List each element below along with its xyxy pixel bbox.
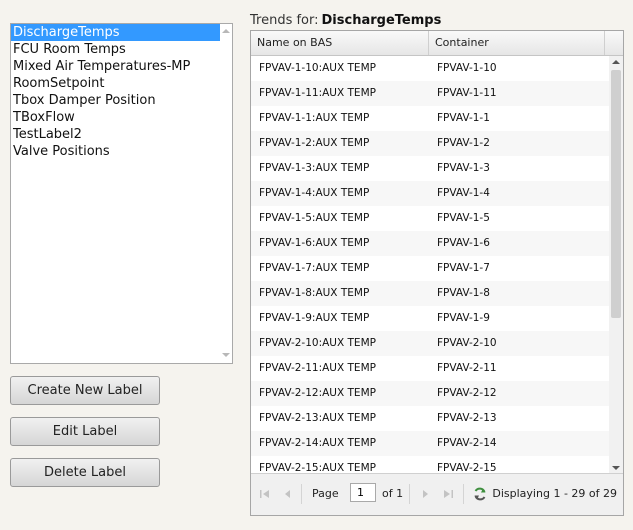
cell-name-on-bas: FPVAV-1-4:AUX TEMP [259, 187, 370, 199]
delete-label-button[interactable]: Delete Label [10, 458, 160, 487]
trends-title: Trends for: DischargeTemps [250, 13, 441, 28]
edit-label-button[interactable]: Edit Label [10, 417, 160, 446]
trends-title-label: DischargeTemps [321, 13, 442, 28]
cell-name-on-bas: FPVAV-1-9:AUX TEMP [259, 312, 370, 324]
label-list-item[interactable]: RoomSetpoint [11, 75, 220, 92]
cell-container: FPVAV-1-2 [437, 137, 490, 149]
table-row[interactable]: FPVAV-1-1:AUX TEMP FPVAV-1-1 [251, 106, 609, 131]
label-list-item[interactable]: Tbox Damper Position [11, 92, 220, 109]
page-number-input[interactable] [350, 483, 376, 502]
label-list[interactable]: DischargeTemps FCU Room Temps Mixed Air Te… [10, 23, 233, 364]
refresh-icon[interactable] [472, 486, 488, 502]
table-row[interactable]: FPVAV-1-2:AUX TEMP FPVAV-1-2 [251, 131, 609, 156]
cell-container: FPVAV-1-9 [437, 312, 490, 324]
label-list-item[interactable]: TestLabel2 [11, 126, 220, 143]
cell-name-on-bas: FPVAV-1-1:AUX TEMP [259, 112, 370, 124]
cell-container: FPVAV-1-11 [437, 87, 497, 99]
first-page-icon[interactable] [259, 488, 271, 500]
scroll-up-icon[interactable] [612, 60, 620, 64]
cell-name-on-bas: FPVAV-1-6:AUX TEMP [259, 237, 370, 249]
grid-scrollbar[interactable] [609, 56, 623, 474]
next-page-icon[interactable] [419, 488, 431, 500]
cell-container: FPVAV-1-8 [437, 287, 490, 299]
page-count-label: of 1 [382, 487, 404, 500]
label-items: DischargeTemps FCU Room Temps Mixed Air Te… [11, 24, 220, 160]
table-row[interactable]: FPVAV-1-11:AUX TEMP FPVAV-1-11 [251, 81, 609, 106]
table-row[interactable]: FPVAV-2-12:AUX TEMP FPVAV-2-12 [251, 381, 609, 406]
table-row[interactable]: FPVAV-1-5:AUX TEMP FPVAV-1-5 [251, 206, 609, 231]
table-row[interactable]: FPVAV-1-8:AUX TEMP FPVAV-1-8 [251, 281, 609, 306]
table-row[interactable]: FPVAV-1-10:AUX TEMP FPVAV-1-10 [251, 56, 609, 81]
cell-container: FPVAV-1-3 [437, 162, 490, 174]
cell-name-on-bas: FPVAV-1-11:AUX TEMP [259, 87, 376, 99]
cell-container: FPVAV-1-10 [437, 62, 497, 74]
cell-container: FPVAV-1-5 [437, 212, 490, 224]
table-row[interactable]: FPVAV-1-7:AUX TEMP FPVAV-1-7 [251, 256, 609, 281]
cell-name-on-bas: FPVAV-1-5:AUX TEMP [259, 212, 370, 224]
cell-name-on-bas: FPVAV-2-12:AUX TEMP [259, 387, 376, 399]
cell-container: FPVAV-1-4 [437, 187, 490, 199]
table-row[interactable]: FPVAV-2-10:AUX TEMP FPVAV-2-10 [251, 331, 609, 356]
cell-container: FPVAV-1-7 [437, 262, 490, 274]
prev-page-icon[interactable] [282, 488, 294, 500]
grid-body: FPVAV-1-10:AUX TEMP FPVAV-1-10 FPVAV-1-11:… [251, 56, 609, 474]
cell-name-on-bas: FPVAV-2-15:AUX TEMP [259, 462, 376, 474]
cell-name-on-bas: FPVAV-1-2:AUX TEMP [259, 137, 370, 149]
label-list-scrollbar[interactable] [220, 24, 232, 363]
toolbar-separator [301, 484, 302, 504]
table-row[interactable]: FPVAV-1-3:AUX TEMP FPVAV-1-3 [251, 156, 609, 181]
label-list-item[interactable]: TBoxFlow [11, 109, 220, 126]
label-list-item[interactable]: Mixed Air Temperatures-MP [11, 58, 220, 75]
toolbar-separator [463, 484, 464, 504]
cell-name-on-bas: FPVAV-1-7:AUX TEMP [259, 262, 370, 274]
cell-container: FPVAV-2-11 [437, 362, 497, 374]
paging-toolbar: Page of 1 Displaying 1 - 29 of 29 [251, 473, 623, 515]
scroll-down-icon[interactable] [612, 466, 620, 470]
cell-name-on-bas: FPVAV-1-3:AUX TEMP [259, 162, 370, 174]
table-row[interactable]: FPVAV-2-11:AUX TEMP FPVAV-2-11 [251, 356, 609, 381]
trends-grid: Name on BAS Container FPVAV-1-10:AUX TEM… [250, 30, 624, 516]
label-list-item[interactable]: Valve Positions [11, 143, 220, 160]
cell-container: FPVAV-2-15 [437, 462, 497, 474]
column-header-container[interactable]: Container [429, 31, 605, 55]
table-row[interactable]: FPVAV-1-4:AUX TEMP FPVAV-1-4 [251, 181, 609, 206]
table-row[interactable]: FPVAV-1-9:AUX TEMP FPVAV-1-9 [251, 306, 609, 331]
column-header-name-on-bas[interactable]: Name on BAS [251, 31, 429, 55]
cell-container: FPVAV-1-1 [437, 112, 490, 124]
cell-name-on-bas: FPVAV-1-10:AUX TEMP [259, 62, 376, 74]
cell-name-on-bas: FPVAV-2-11:AUX TEMP [259, 362, 376, 374]
toolbar-separator [409, 484, 410, 504]
create-new-label-button[interactable]: Create New Label [10, 376, 160, 405]
scrollbar-thumb[interactable] [611, 70, 621, 318]
scroll-up-icon[interactable] [222, 29, 230, 33]
table-row[interactable]: FPVAV-1-6:AUX TEMP FPVAV-1-6 [251, 231, 609, 256]
cell-name-on-bas: FPVAV-2-13:AUX TEMP [259, 412, 376, 424]
page-label: Page [312, 487, 339, 500]
displaying-count: Displaying 1 - 29 of 29 [492, 487, 617, 500]
table-row[interactable]: FPVAV-2-15:AUX TEMP FPVAV-2-15 [251, 456, 609, 474]
cell-container: FPVAV-2-13 [437, 412, 497, 424]
scroll-down-icon[interactable] [222, 353, 230, 357]
cell-name-on-bas: FPVAV-2-14:AUX TEMP [259, 437, 376, 449]
cell-name-on-bas: FPVAV-2-10:AUX TEMP [259, 337, 376, 349]
table-row[interactable]: FPVAV-2-13:AUX TEMP FPVAV-2-13 [251, 406, 609, 431]
last-page-icon[interactable] [442, 488, 454, 500]
label-list-item[interactable]: DischargeTemps [11, 24, 220, 41]
cell-container: FPVAV-2-10 [437, 337, 497, 349]
table-row[interactable]: FPVAV-2-14:AUX TEMP FPVAV-2-14 [251, 431, 609, 456]
cell-container: FPVAV-1-6 [437, 237, 490, 249]
grid-header: Name on BAS Container [251, 31, 623, 56]
cell-container: FPVAV-2-12 [437, 387, 497, 399]
trends-title-prefix: Trends for: [250, 13, 319, 28]
cell-container: FPVAV-2-14 [437, 437, 497, 449]
label-list-item[interactable]: FCU Room Temps [11, 41, 220, 58]
cell-name-on-bas: FPVAV-1-8:AUX TEMP [259, 287, 370, 299]
